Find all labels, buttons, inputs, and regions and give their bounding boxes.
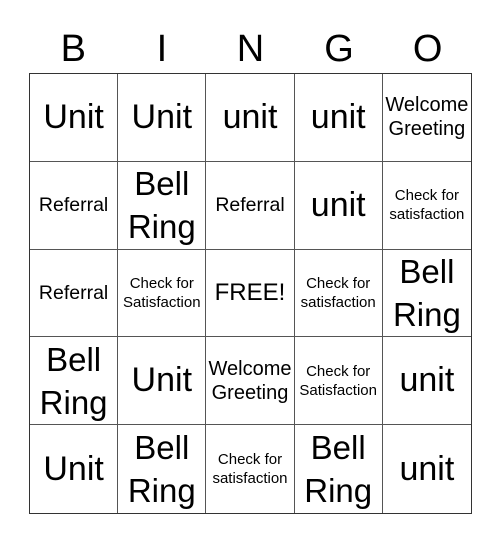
header-letter-o: O: [412, 28, 443, 70]
header-letter-g: G: [324, 28, 354, 70]
free-space-cell[interactable]: FREE!: [206, 249, 295, 338]
bingo-cell[interactable]: Check for Satisfaction: [118, 249, 207, 338]
bingo-cell[interactable]: Check for Satisfaction: [294, 337, 383, 426]
cell-text: unit: [222, 97, 278, 136]
bingo-cell[interactable]: unit: [294, 74, 383, 162]
cell-text: unit: [310, 185, 366, 224]
bingo-cell[interactable]: unit: [206, 74, 295, 162]
cell-text: Unit: [43, 449, 104, 488]
bingo-cell[interactable]: Unit: [30, 425, 119, 513]
bingo-cell[interactable]: unit: [382, 337, 471, 426]
bingo-cell[interactable]: Welcome Greeting: [382, 74, 471, 162]
cell-text: Referral: [38, 194, 109, 217]
cell-text: Bell Ring: [392, 252, 461, 333]
bingo-cell[interactable]: Check for satisfaction: [206, 425, 295, 513]
bingo-card-grid: Unit Unit unit unit Welcome Greeting Referral…: [29, 73, 472, 514]
cell-text: unit: [310, 97, 366, 136]
cell-text: Unit: [131, 97, 193, 136]
bingo-cell[interactable]: Bell Ring: [295, 425, 383, 513]
bingo-cell[interactable]: Unit: [118, 337, 207, 426]
bingo-cell[interactable]: Referral: [30, 249, 119, 338]
cell-text: Check for satisfaction: [389, 187, 465, 224]
cell-text: Bell Ring: [127, 429, 196, 510]
bingo-cell[interactable]: unit: [383, 425, 471, 513]
bingo-cell[interactable]: Bell Ring: [118, 425, 207, 513]
bingo-cell[interactable]: Check for satisfaction: [294, 249, 383, 338]
bingo-cell[interactable]: Referral: [30, 161, 119, 250]
cell-text: Check for Satisfaction: [123, 274, 201, 311]
bingo-cell[interactable]: Unit: [30, 74, 119, 162]
cell-text: Check for satisfaction: [212, 451, 288, 488]
cell-text: Referral: [215, 194, 285, 217]
bingo-cell[interactable]: unit: [294, 161, 383, 250]
bingo-cell[interactable]: Bell Ring: [30, 337, 119, 426]
cell-text: Check for Satisfaction: [299, 362, 377, 399]
cell-text: unit: [399, 449, 455, 488]
header-letter-b: B: [60, 28, 86, 70]
cell-text: Check for satisfaction: [300, 274, 376, 311]
bingo-cell[interactable]: Unit: [118, 74, 207, 162]
cell-text: Bell Ring: [304, 429, 373, 510]
header-letter-i: I: [156, 28, 168, 70]
bingo-cell[interactable]: Bell Ring: [118, 161, 207, 250]
bingo-cell[interactable]: Bell Ring: [382, 250, 471, 338]
bingo-header: B I N G O: [29, 26, 472, 72]
cell-text: Unit: [43, 97, 104, 136]
cell-text: Unit: [131, 361, 193, 400]
cell-text: Bell Ring: [39, 340, 108, 421]
header-letter-n: N: [236, 28, 265, 70]
cell-text: FREE!: [214, 278, 286, 306]
cell-text: Welcome Greeting: [208, 357, 292, 404]
bingo-cell[interactable]: Check for satisfaction: [382, 162, 471, 250]
cell-text: Referral: [38, 281, 109, 304]
bingo-cell[interactable]: Welcome Greeting: [206, 337, 295, 426]
cell-text: Welcome Greeting: [385, 94, 469, 141]
cell-text: unit: [399, 361, 455, 400]
bingo-cell[interactable]: Referral: [206, 161, 295, 250]
cell-text: Bell Ring: [127, 165, 196, 246]
